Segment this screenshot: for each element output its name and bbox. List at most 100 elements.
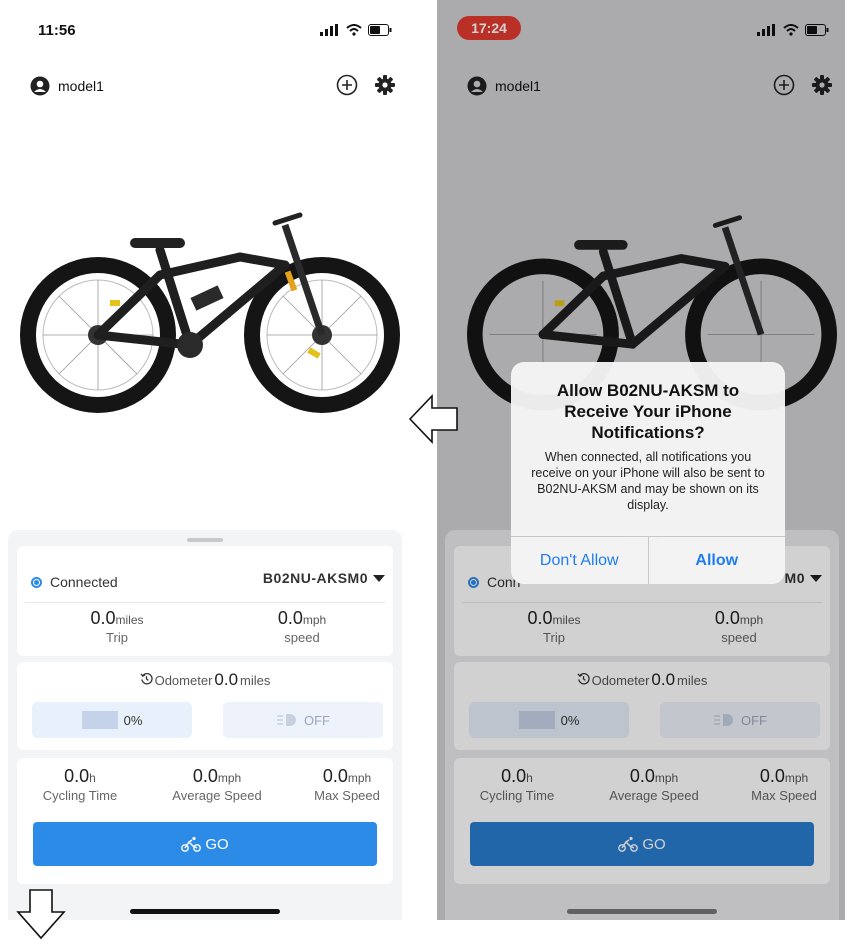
cycling-time-value: 0.0 xyxy=(501,766,527,786)
ride-stats-card: 0.0h Cycling Time 0.0mph Average Speed 0… xyxy=(17,758,393,884)
battery-percent: 0% xyxy=(560,712,580,728)
phone-screen-right: 17:24 model1 Conn M0 0.0miles Trip 0.0mp… xyxy=(437,0,845,920)
cycling-time-metric: 0.0h Cycling Time xyxy=(462,766,572,803)
max-speed-metric: 0.0mph Max Speed xyxy=(292,766,402,803)
history-icon xyxy=(140,673,153,685)
ride-stats-card: 0.0h Cycling Time 0.0mph Average Speed 0… xyxy=(454,758,830,884)
alert-message: When connected, all notifications you re… xyxy=(531,450,765,512)
alert-actions: Don't Allow Allow xyxy=(511,536,785,584)
average-speed-metric: 0.0mph Average Speed xyxy=(594,766,714,803)
battery-level-bar xyxy=(81,711,118,729)
connected-indicator-icon xyxy=(468,576,479,588)
cycling-time-label: Cycling Time xyxy=(42,788,118,803)
connected-indicator-icon xyxy=(31,576,42,588)
allow-button[interactable]: Allow xyxy=(647,537,786,584)
trip-metric: 0.0miles Trip xyxy=(494,608,614,645)
caret-down-icon xyxy=(373,574,385,582)
cycling-time-unit: h xyxy=(526,771,533,785)
max-speed-metric: 0.0mph Max Speed xyxy=(729,766,839,803)
device-name: M0 xyxy=(784,570,805,586)
device-name: B02NU-AKSM0 xyxy=(262,570,368,586)
status-bar: 17:24 xyxy=(437,0,845,60)
header-actions xyxy=(773,74,833,96)
max-speed-unit: mph xyxy=(784,771,809,785)
status-icons xyxy=(757,24,829,36)
sheet-drag-handle[interactable] xyxy=(187,538,223,542)
speed-value: 0.0 xyxy=(714,608,740,628)
cyclist-icon xyxy=(618,836,639,852)
go-label: GO xyxy=(205,835,229,853)
gear-icon[interactable] xyxy=(811,74,833,96)
average-speed-unit: mph xyxy=(654,771,679,785)
odometer-unit: miles xyxy=(240,673,271,688)
cellular-signal-icon xyxy=(320,24,338,36)
user-profile[interactable]: model1 xyxy=(30,76,104,96)
odometer: Odometer 0.0 miles xyxy=(454,670,830,690)
user-avatar-icon xyxy=(30,76,50,96)
ebike-image xyxy=(20,212,400,413)
speed-metric: 0.0mph speed xyxy=(679,608,799,645)
cycling-time-value: 0.0 xyxy=(64,766,90,786)
device-selector[interactable]: B02NU-AKSM0 xyxy=(263,570,385,586)
go-button[interactable]: GO xyxy=(33,822,377,866)
gear-icon[interactable] xyxy=(374,74,396,96)
odometer-unit: miles xyxy=(677,673,708,688)
go-button[interactable]: GO xyxy=(470,822,814,866)
speed-unit: mph xyxy=(302,613,327,627)
headlight-state: OFF xyxy=(741,712,767,728)
arrow-left-icon xyxy=(408,394,458,444)
status-time: 17:24 xyxy=(457,16,521,40)
average-speed-value: 0.0 xyxy=(192,766,218,786)
headlight-state: OFF xyxy=(304,712,330,728)
speed-value: 0.0 xyxy=(277,608,303,628)
status-time: 11:56 xyxy=(38,22,76,39)
average-speed-label: Average Speed xyxy=(609,788,699,803)
cellular-signal-icon xyxy=(757,24,775,36)
user-profile[interactable]: model1 xyxy=(467,76,541,96)
cycling-time-label: Cycling Time xyxy=(479,788,555,803)
trip-value: 0.0 xyxy=(90,608,116,628)
cyclist-icon xyxy=(181,836,202,852)
max-speed-unit: mph xyxy=(347,771,372,785)
odometer-value: 0.0 xyxy=(651,670,676,689)
battery-level: 0% xyxy=(469,702,629,738)
connection-card: Connected B02NU-AKSM0 0.0miles Trip 0.0m… xyxy=(17,546,393,656)
battery-level-bar xyxy=(518,711,555,729)
wifi-icon xyxy=(346,24,362,36)
headlight-toggle[interactable]: OFF xyxy=(660,702,820,738)
headlight-toggle[interactable]: OFF xyxy=(223,702,383,738)
status-bar: 11:56 xyxy=(0,0,410,60)
username-label: model1 xyxy=(495,78,541,94)
app-header: model1 xyxy=(0,70,410,106)
divider xyxy=(25,602,385,603)
average-speed-value: 0.0 xyxy=(629,766,655,786)
speed-unit: mph xyxy=(739,613,764,627)
cycling-time-unit: h xyxy=(89,771,96,785)
app-header: model1 xyxy=(437,70,845,106)
add-circle-icon[interactable] xyxy=(773,74,795,96)
dont-allow-button[interactable]: Don't Allow xyxy=(511,537,648,584)
battery-percent: 0% xyxy=(123,712,143,728)
device-selector[interactable]: M0 xyxy=(785,570,822,586)
ride-panel: Conn M0 0.0miles Trip 0.0mph speed Odome… xyxy=(445,530,839,920)
add-circle-icon[interactable] xyxy=(336,74,358,96)
caret-down-icon xyxy=(810,574,822,582)
odometer-label: Odometer xyxy=(154,673,213,688)
home-indicator[interactable] xyxy=(567,909,717,914)
username-label: model1 xyxy=(58,78,104,94)
speed-label: speed xyxy=(284,630,320,645)
connection-status: Connected xyxy=(31,574,118,590)
divider xyxy=(462,602,822,603)
headlight-icon xyxy=(714,714,733,726)
cycling-time-metric: 0.0h Cycling Time xyxy=(25,766,135,803)
trip-label: Trip xyxy=(106,630,128,645)
home-indicator[interactable] xyxy=(130,909,280,914)
average-speed-unit: mph xyxy=(217,771,242,785)
ride-panel: Connected B02NU-AKSM0 0.0miles Trip 0.0m… xyxy=(8,530,402,920)
arrow-down-icon xyxy=(16,889,66,940)
trip-value: 0.0 xyxy=(527,608,553,628)
headlight-icon xyxy=(277,714,296,726)
battery-icon xyxy=(368,24,392,36)
max-speed-value: 0.0 xyxy=(322,766,348,786)
go-label: GO xyxy=(642,835,666,853)
